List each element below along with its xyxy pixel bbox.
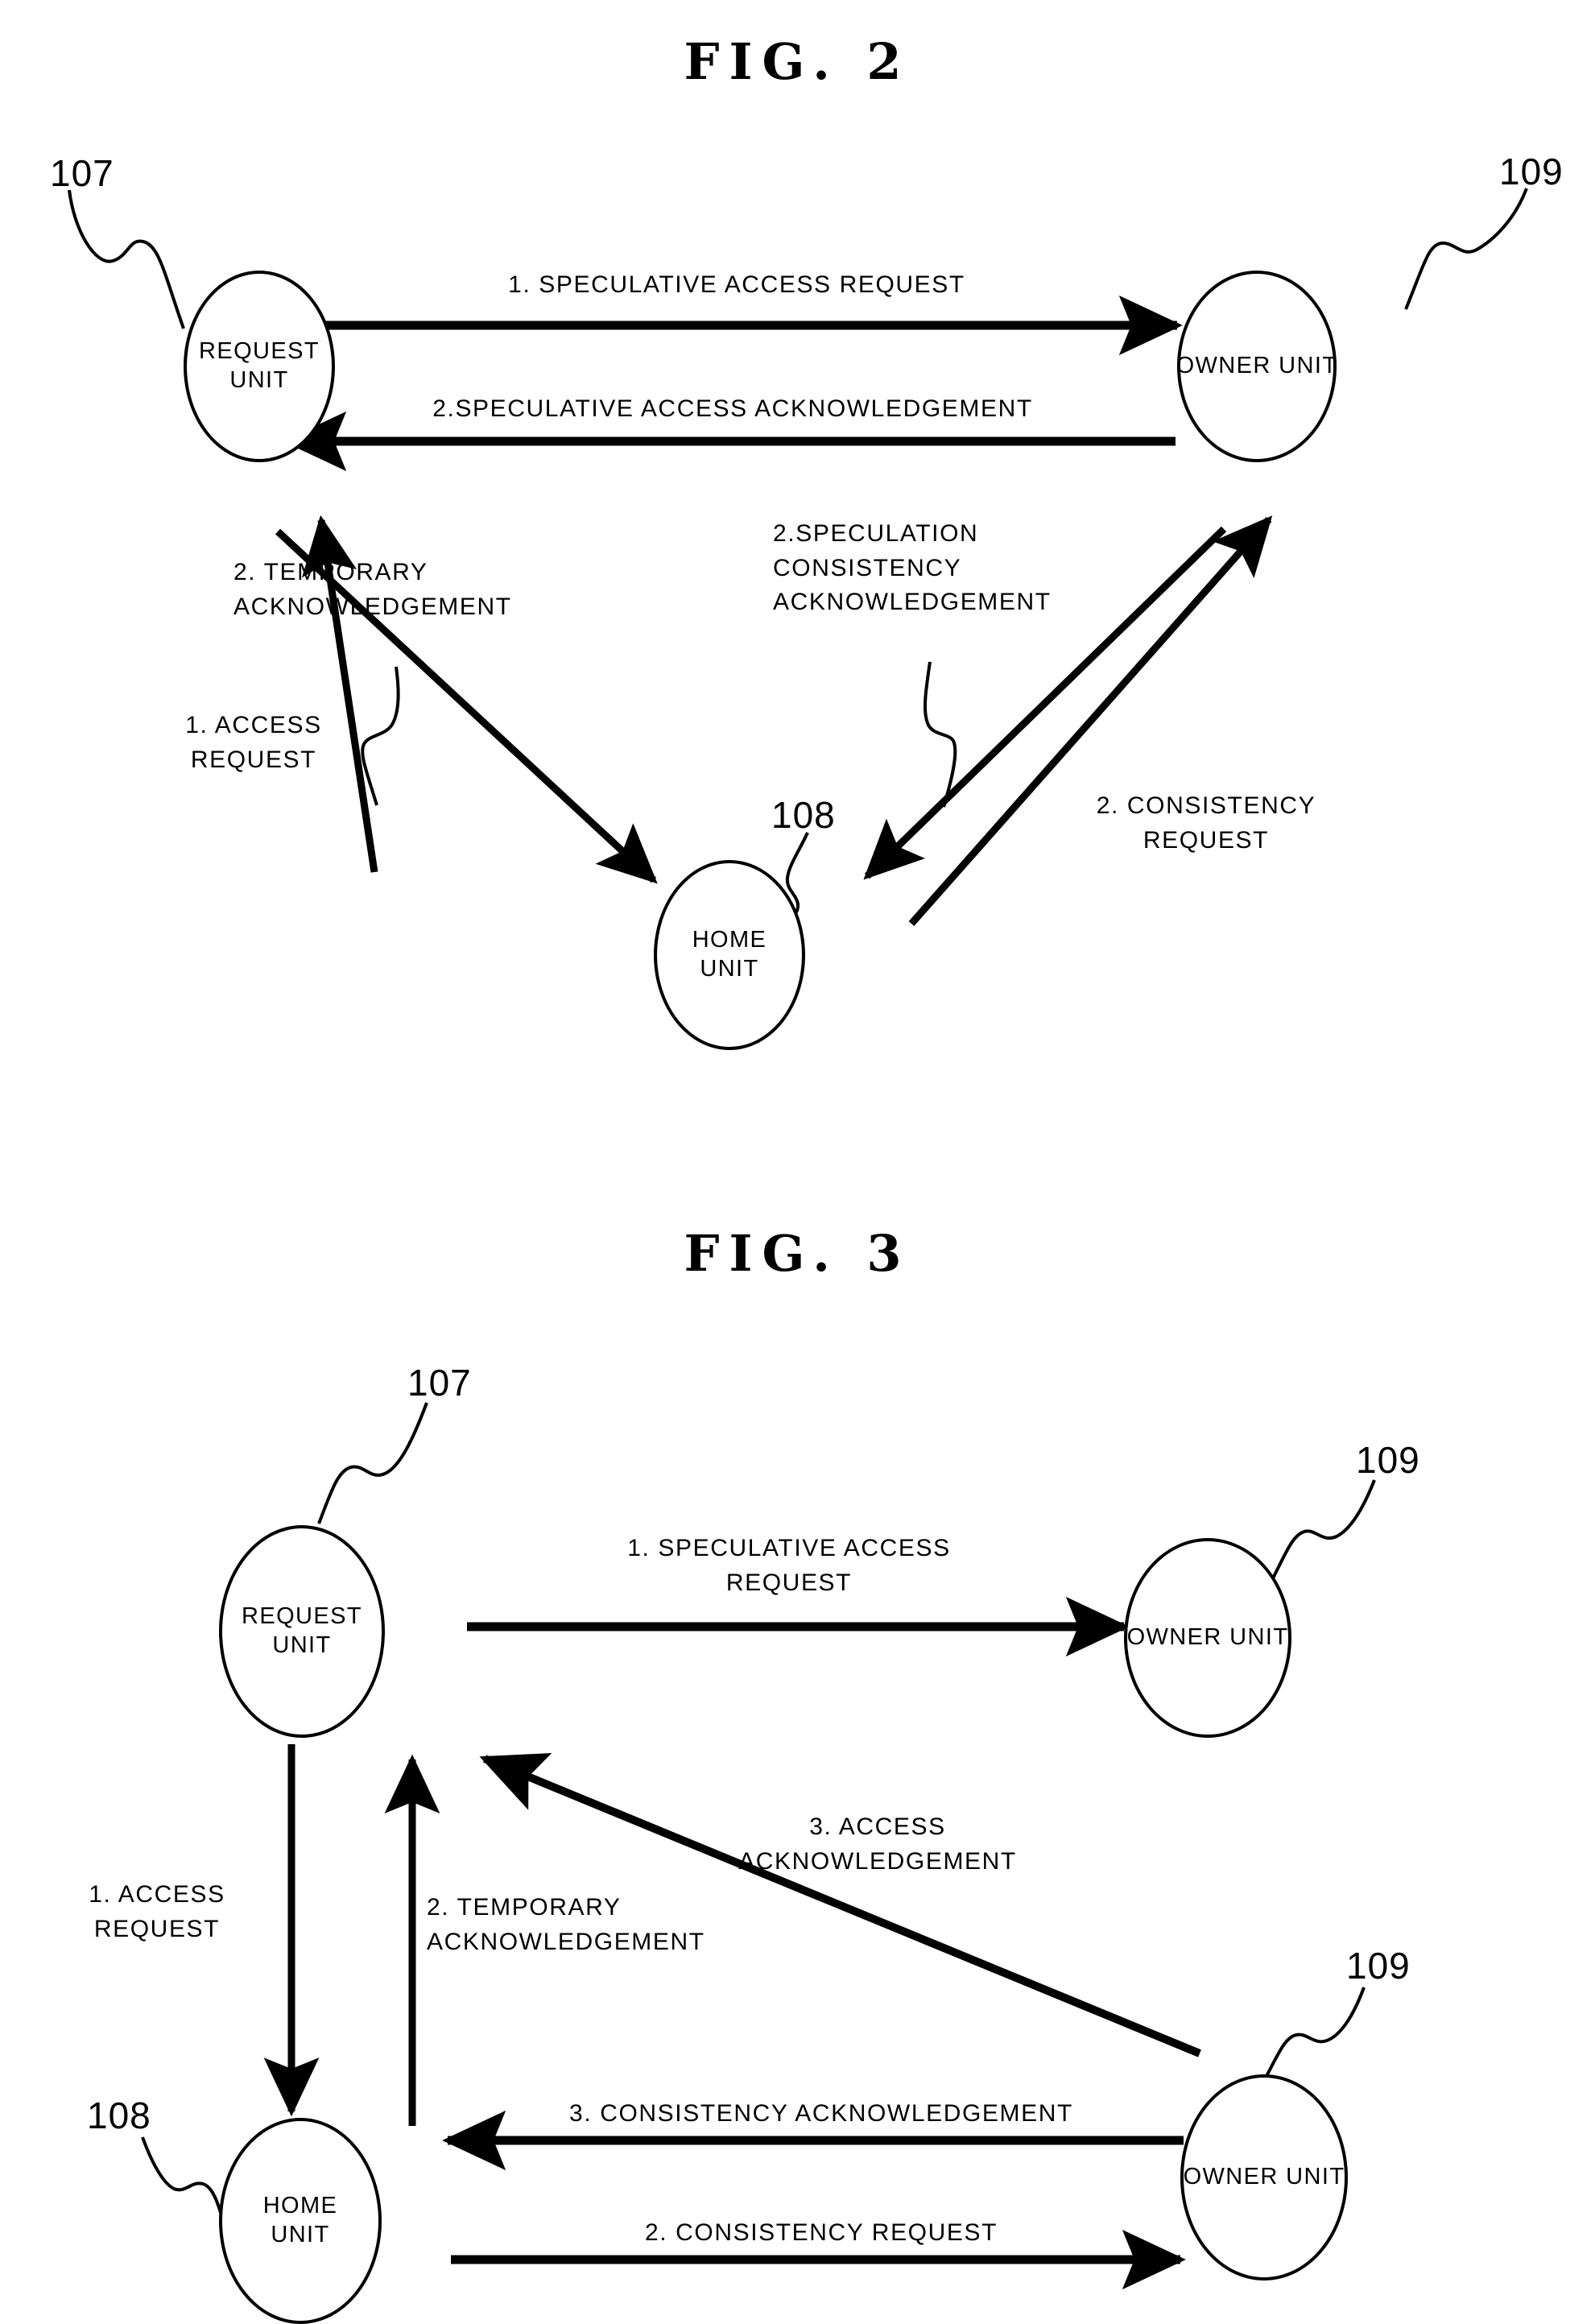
fig2-ref-109: 109 (1499, 151, 1564, 192)
fig2-label-speculative-access-acknowledgement: 2.SPECULATIVE ACCESS ACKNOWLEDGEMENT (432, 395, 1033, 422)
fig3-owner-unit-bottom-node[interactable]: OWNER UNIT (1180, 2074, 1348, 2281)
fig3-label-temporary-acknowledgement-line1: 2. TEMPORARY (427, 1894, 622, 1921)
fig2-label-access-request-line1: 1. ACCESS (185, 712, 322, 738)
fig2-owner-unit-label: OWNER UNIT (1176, 353, 1338, 379)
fig2-label-access-request-line2: REQUEST (190, 746, 317, 773)
fig3-label-speculative-access-request-line1: 1. SPECULATIVE ACCESS (627, 1535, 951, 1561)
fig3-leader-109-top (1271, 1479, 1376, 1581)
fig3-home-unit-label-line1: HOME (262, 2193, 338, 2219)
fig2-label-speculative-access-request: 1. SPECULATIVE ACCESS REQUEST (508, 271, 965, 298)
fig3-owner-unit-top-node[interactable]: OWNER UNIT (1124, 1538, 1291, 1738)
fig3-label-speculative-access-request: 1. SPECULATIVE ACCESS REQUEST (483, 1532, 1095, 1600)
fig2-ref-108: 108 (771, 794, 836, 836)
fig2-owner-unit-node[interactable]: OWNER UNIT (1176, 271, 1338, 462)
fig2-leader-107 (68, 189, 185, 329)
fig3-ref-109-top: 109 (1356, 1439, 1420, 1481)
fig2-label-access-request: 1. ACCESS REQUEST (137, 709, 370, 777)
fig3-label-consistency-request: 2. CONSISTENCY REQUEST (644, 2219, 998, 2246)
fig3-request-unit-label-line2: UNIT (272, 1632, 332, 1658)
patent-drawing-sheet: FIG. 2 REQUEST UNIT OWNER UNIT HOME UNIT… (0, 0, 1595, 2324)
fig3-label-temporary-acknowledgement: 2. TEMPORARY ACKNOWLEDGEMENT (427, 1891, 749, 1959)
fig3-home-unit-label-line2: UNIT (271, 2222, 330, 2247)
fig3-label-speculative-access-request-line2: REQUEST (725, 1569, 853, 1596)
fig3-request-unit-label-line1: REQUEST (242, 1603, 362, 1630)
fig3-ref-109-bottom: 109 (1346, 1945, 1411, 1987)
fig3-label-access-acknowledgement-line2: ACKNOWLEDGEMENT (738, 1847, 1017, 1875)
fig2-label-temporary-acknowledgement-line2: ACKNOWLEDGEMENT (233, 593, 512, 620)
fig3-owner-unit-bottom-label: OWNER UNIT (1183, 2164, 1345, 2190)
fig3-label-temporary-acknowledgement-line2: ACKNOWLEDGEMENT (427, 1928, 705, 1955)
fig2-request-unit-label-line1: REQUEST (199, 338, 320, 365)
fig3-label-access-acknowledgement: 3. ACCESS ACKNOWLEDGEMENT (709, 1810, 1047, 1879)
fig2-home-unit-node[interactable]: HOME UNIT (654, 860, 805, 1050)
fig2-home-unit-label-line2: UNIT (700, 956, 759, 982)
fig2-label-temporary-acknowledgement-line1: 2. TEMPORARY (233, 559, 428, 585)
fig2-label-speculation-consistency-acknowledgement-line3: ACKNOWLEDGEMENT (773, 589, 1052, 616)
fig2-home-unit-label-line1: HOME (692, 927, 767, 953)
fig2-request-unit-label-line2: UNIT (229, 367, 289, 393)
fig3-ref-107: 107 (407, 1362, 472, 1404)
figure-3-title: FIG. 3 (684, 1224, 911, 1283)
figure-2-title: FIG. 2 (684, 32, 911, 91)
fig2-label-consistency-request-line1: 2. CONSISTENCY (1096, 792, 1316, 819)
fig2-request-unit-node[interactable]: REQUEST UNIT (184, 271, 335, 462)
fig3-label-consistency-acknowledgement: 3. CONSISTENCY ACKNOWLEDGEMENT (569, 2100, 1073, 2127)
fig3-ref-108: 108 (87, 2094, 151, 2136)
fig2-label-speculation-consistency-acknowledgement: 2.SPECULATION CONSISTENCY ACKNOWLEDGEMEN… (773, 517, 1079, 620)
fig2-leader-109 (1404, 188, 1528, 310)
fig3-label-access-acknowledgement-line1: 3. ACCESS (809, 1813, 946, 1840)
fig2-label-speculation-consistency-acknowledgement-line1: 2.SPECULATION (773, 520, 979, 547)
fig3-leader-107 (317, 1402, 428, 1524)
fig3-leader-109-bottom (1264, 1987, 1366, 2078)
fig2-leader-speculation-consistency-acknowledgement (924, 661, 957, 808)
fig3-home-unit-node[interactable]: HOME UNIT (219, 2118, 382, 2324)
fig2-label-consistency-request-line2: REQUEST (1143, 826, 1270, 854)
fig2-ref-107: 107 (50, 152, 114, 194)
fig3-label-access-request: 1. ACCESS REQUEST (40, 1878, 274, 1946)
fig3-leader-108 (141, 2136, 230, 2239)
fig2-label-consistency-request: 2. CONSISTENCY REQUEST (1061, 789, 1351, 858)
fig2-label-speculation-consistency-acknowledgement-line2: CONSISTENCY (773, 554, 962, 581)
fig3-label-access-request-line2: REQUEST (93, 1915, 221, 1942)
fig3-request-unit-node[interactable]: REQUEST UNIT (219, 1525, 385, 1738)
fig2-label-temporary-acknowledgement: 2. TEMPORARY ACKNOWLEDGEMENT (233, 556, 510, 624)
fig3-label-access-request-line1: 1. ACCESS (89, 1881, 225, 1908)
fig3-owner-unit-top-label: OWNER UNIT (1126, 1624, 1289, 1651)
